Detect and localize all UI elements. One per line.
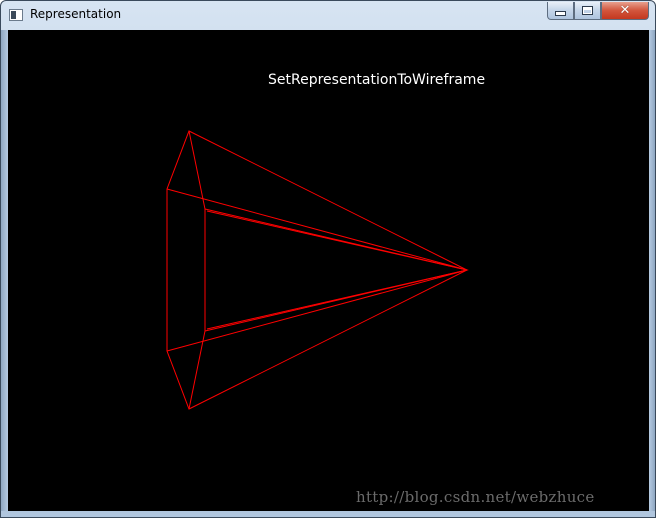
wireframe-canvas: [166, 130, 469, 410]
window-title: Representation: [30, 7, 122, 21]
window-bottom-border: [1, 511, 655, 517]
render-viewport[interactable]: SetRepresentationToWireframe http://blog…: [8, 30, 649, 511]
window-right-border: [649, 30, 655, 511]
representation-caption: SetRepresentationToWireframe: [268, 72, 486, 88]
wireframe-cone: [166, 130, 469, 410]
title-bar[interactable]: Representation ✕: [1, 1, 655, 29]
application-window: Representation ✕ SetRepresentationToWire…: [0, 0, 656, 518]
watermark-text: http://blog.csdn.net/webzhuce: [356, 488, 595, 506]
close-button[interactable]: ✕: [601, 2, 649, 20]
wireframe-base-face: [204, 208, 468, 332]
maximize-icon: [582, 6, 593, 15]
window-left-border: [1, 30, 8, 511]
close-icon: ✕: [619, 3, 631, 18]
wireframe-side-edges: [166, 188, 469, 352]
wireframe-inner-edges: [206, 210, 468, 330]
maximize-button[interactable]: [574, 2, 601, 20]
app-window-icon[interactable]: [9, 9, 23, 21]
minimize-icon: [555, 11, 566, 16]
wireframe-base-edge: [188, 130, 206, 410]
minimize-button[interactable]: [547, 2, 574, 20]
